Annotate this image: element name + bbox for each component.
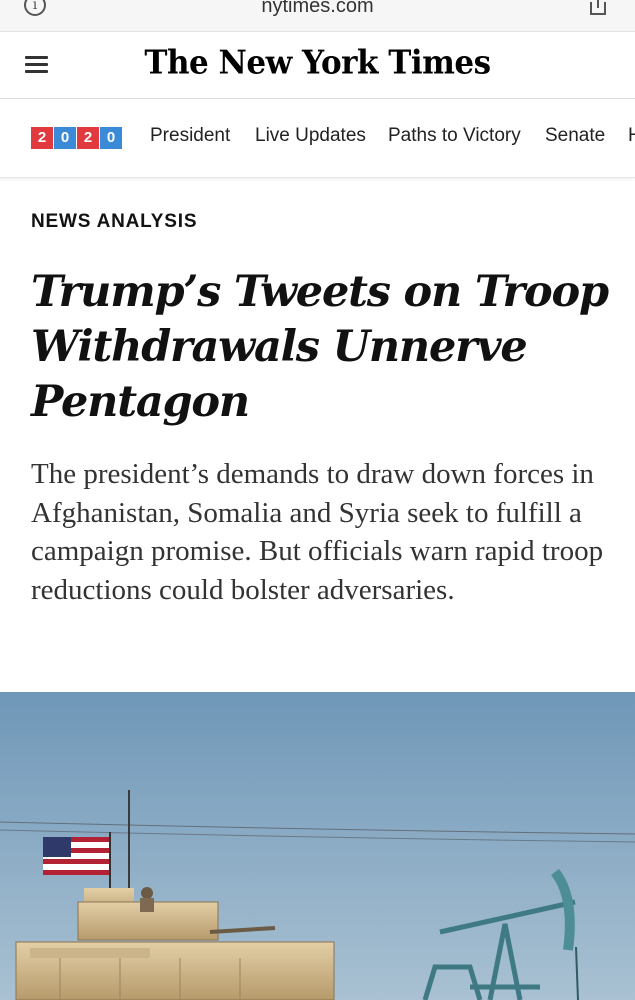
election-2020-badge[interactable]: 2 0 2 0 (31, 127, 123, 149)
share-icon[interactable] (587, 0, 609, 16)
nyt-logo[interactable]: The New York Times (0, 44, 635, 82)
lead-photo-illustration (0, 692, 635, 1000)
badge-digit: 0 (54, 127, 77, 149)
badge-digit: 2 (77, 127, 100, 149)
nav-item-senate[interactable]: Senate (545, 125, 605, 147)
nav-item-live-updates[interactable]: Live Updates (255, 125, 366, 147)
nav-item-house[interactable]: H (628, 125, 635, 147)
badge-digit: 2 (31, 127, 54, 149)
nav-item-president[interactable]: President (150, 125, 230, 147)
us-flag (43, 837, 109, 875)
browser-url-bar[interactable]: i nytimes.com (0, 0, 635, 32)
article-summary: The president’s demands to draw down for… (31, 458, 604, 606)
article-kicker: NEWS ANALYSIS (31, 211, 198, 232)
url-text[interactable]: nytimes.com (0, 0, 635, 18)
badge-digit: 0 (100, 127, 123, 149)
election-nav: 2 0 2 0 President Live Updates Paths to … (0, 99, 635, 178)
nav-item-paths-to-victory[interactable]: Paths to Victory (388, 125, 521, 147)
article-headline: Trump’s Tweets on Troop Withdrawals Unne… (31, 267, 609, 427)
masthead: The New York Times (0, 32, 635, 99)
lead-photo[interactable] (0, 692, 635, 1000)
